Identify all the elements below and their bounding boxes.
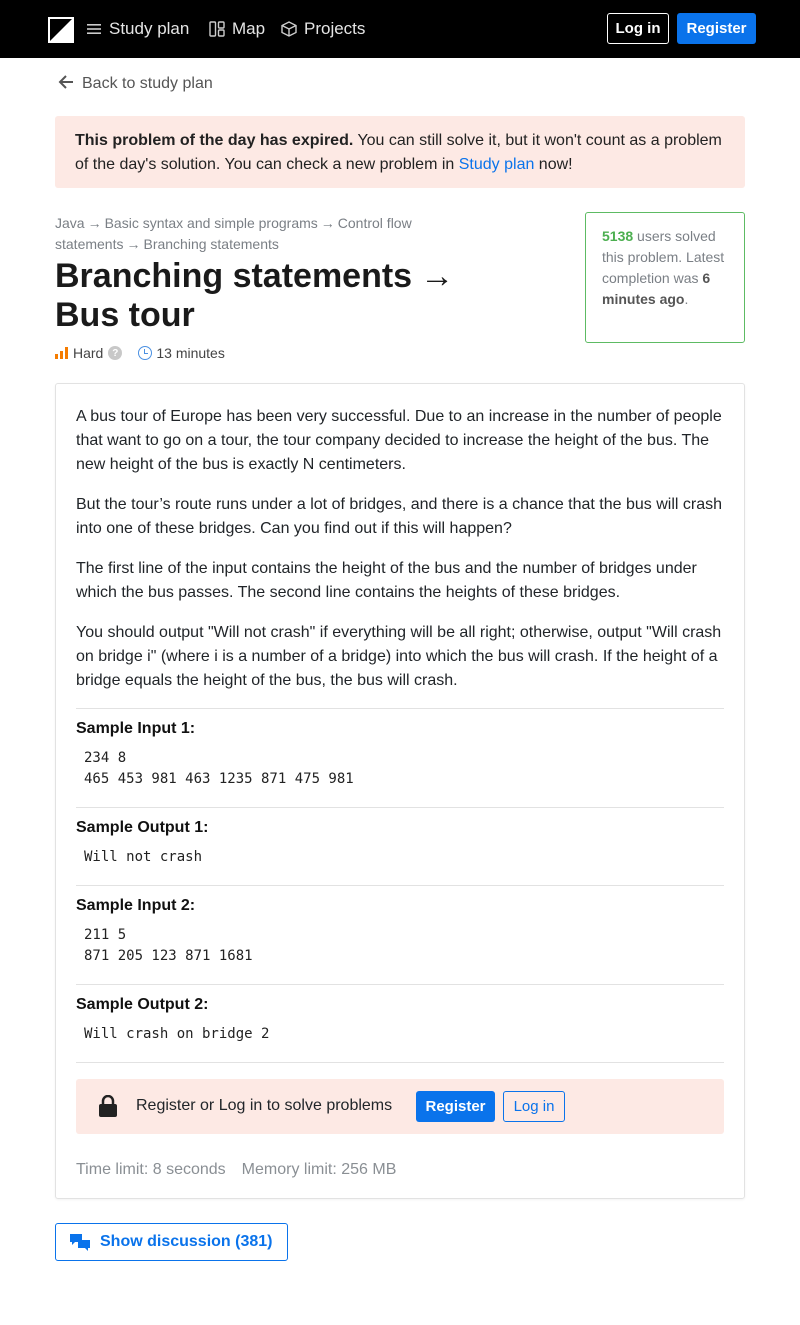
sample-input-2-code: 211 5 871 205 123 871 1681	[84, 927, 253, 964]
show-discussion-label: Show discussion (381)	[100, 1233, 273, 1250]
register-button[interactable]: Register	[677, 13, 756, 44]
problem-paragraph: The first line of the input contains the…	[76, 560, 697, 601]
menu-icon	[85, 20, 103, 38]
nav-study-plan[interactable]: Study plan	[85, 18, 189, 40]
chat-icon	[69, 1233, 91, 1251]
sample-input-1-code: 234 8 465 453 981 463 1235 871 475 981	[84, 750, 354, 787]
cube-icon	[280, 20, 298, 38]
difficulty-bars-icon	[55, 347, 68, 359]
study-plan-link[interactable]: Study plan	[459, 156, 535, 173]
login-button[interactable]: Log in	[607, 13, 669, 44]
hyperskill-logo[interactable]	[48, 17, 74, 43]
breadcrumb-java[interactable]: Java	[55, 215, 85, 231]
divider	[76, 807, 724, 808]
nav-study-plan-label: Study plan	[109, 19, 190, 38]
top-navigation-bar: Study plan Map Projects Log in Register	[0, 0, 800, 58]
time-estimate: 13 minutes	[156, 345, 225, 361]
expired-banner-tail: now!	[534, 156, 573, 173]
problem-card: A bus tour of Europe has been very succe…	[55, 383, 745, 1199]
sample-output-1-code: Will not crash	[84, 849, 203, 865]
breadcrumb-separator-icon: →	[320, 215, 335, 231]
problem-paragraph: You should output "Will not crash" if ev…	[76, 624, 722, 689]
breadcrumb-branching[interactable]: Branching statements	[143, 236, 278, 252]
sample-input-1-label: Sample Input 1:	[76, 720, 196, 737]
map-icon	[208, 20, 226, 38]
time-limit: Time limit: 8 seconds	[76, 1161, 226, 1178]
back-link-label: Back to study plan	[82, 75, 213, 92]
sample-output-2-code: Will crash on bridge 2	[84, 1026, 270, 1042]
divider	[76, 885, 724, 886]
breadcrumb: Java → Basic syntax and simple programs → Co…	[55, 213, 475, 255]
nav-projects-label: Projects	[304, 19, 366, 38]
login-to-solve-button[interactable]: Log in	[503, 1091, 565, 1122]
nav-projects[interactable]: Projects	[280, 18, 365, 40]
problem-meta: Hard ? 13 minutes	[55, 343, 225, 363]
register-to-solve-button[interactable]: Register	[416, 1091, 495, 1122]
divider	[76, 1062, 724, 1063]
topic-title[interactable]: Branching statements	[55, 257, 412, 295]
problem-paragraph: A bus tour of Europe has been very succe…	[76, 408, 722, 473]
limits: Time limit: 8 seconds Memory limit: 256 M…	[76, 1161, 396, 1179]
solved-count: 5138	[602, 228, 634, 244]
divider	[76, 984, 724, 985]
login-prompt-text: Register or Log in to solve problems	[136, 1097, 393, 1114]
clock-icon	[138, 346, 153, 360]
breadcrumb-separator-icon: →	[87, 215, 102, 231]
back-to-study-plan-link[interactable]: Back to study plan	[58, 73, 213, 95]
problem-paragraph: But the tour’s route runs under a lot of…	[76, 496, 723, 537]
memory-limit: Memory limit: 256 MB	[241, 1161, 397, 1178]
problem-title: Bus tour	[55, 296, 195, 334]
title-arrow-icon: →	[420, 257, 455, 295]
solved-stats-box: 5138 users solved this problem. Latest c…	[585, 212, 745, 343]
page-title: Branching statements → Bus tour	[55, 257, 525, 335]
sample-output-1-label: Sample Output 1:	[76, 819, 209, 836]
sample-output-2-label: Sample Output 2:	[76, 996, 209, 1013]
login-prompt-banner: Register or Log in to solve problems Reg…	[76, 1079, 724, 1134]
solved-end: .	[684, 291, 689, 307]
arrow-left-icon	[58, 74, 74, 94]
show-discussion-button[interactable]: Show discussion (381)	[55, 1223, 288, 1261]
nav-map-label: Map	[232, 19, 266, 38]
divider	[76, 708, 724, 709]
breadcrumb-basic-syntax[interactable]: Basic syntax and simple programs	[105, 215, 318, 231]
difficulty-label: Hard	[73, 345, 104, 361]
sample-input-2-label: Sample Input 2:	[76, 897, 196, 914]
breadcrumb-separator-icon: →	[126, 236, 141, 252]
nav-map[interactable]: Map	[208, 18, 265, 40]
expired-banner-bold: This problem of the day has expired.	[75, 132, 354, 149]
lock-icon	[99, 1094, 117, 1122]
help-icon[interactable]: ?	[108, 346, 123, 360]
expired-banner: This problem of the day has expired. You…	[55, 116, 745, 188]
